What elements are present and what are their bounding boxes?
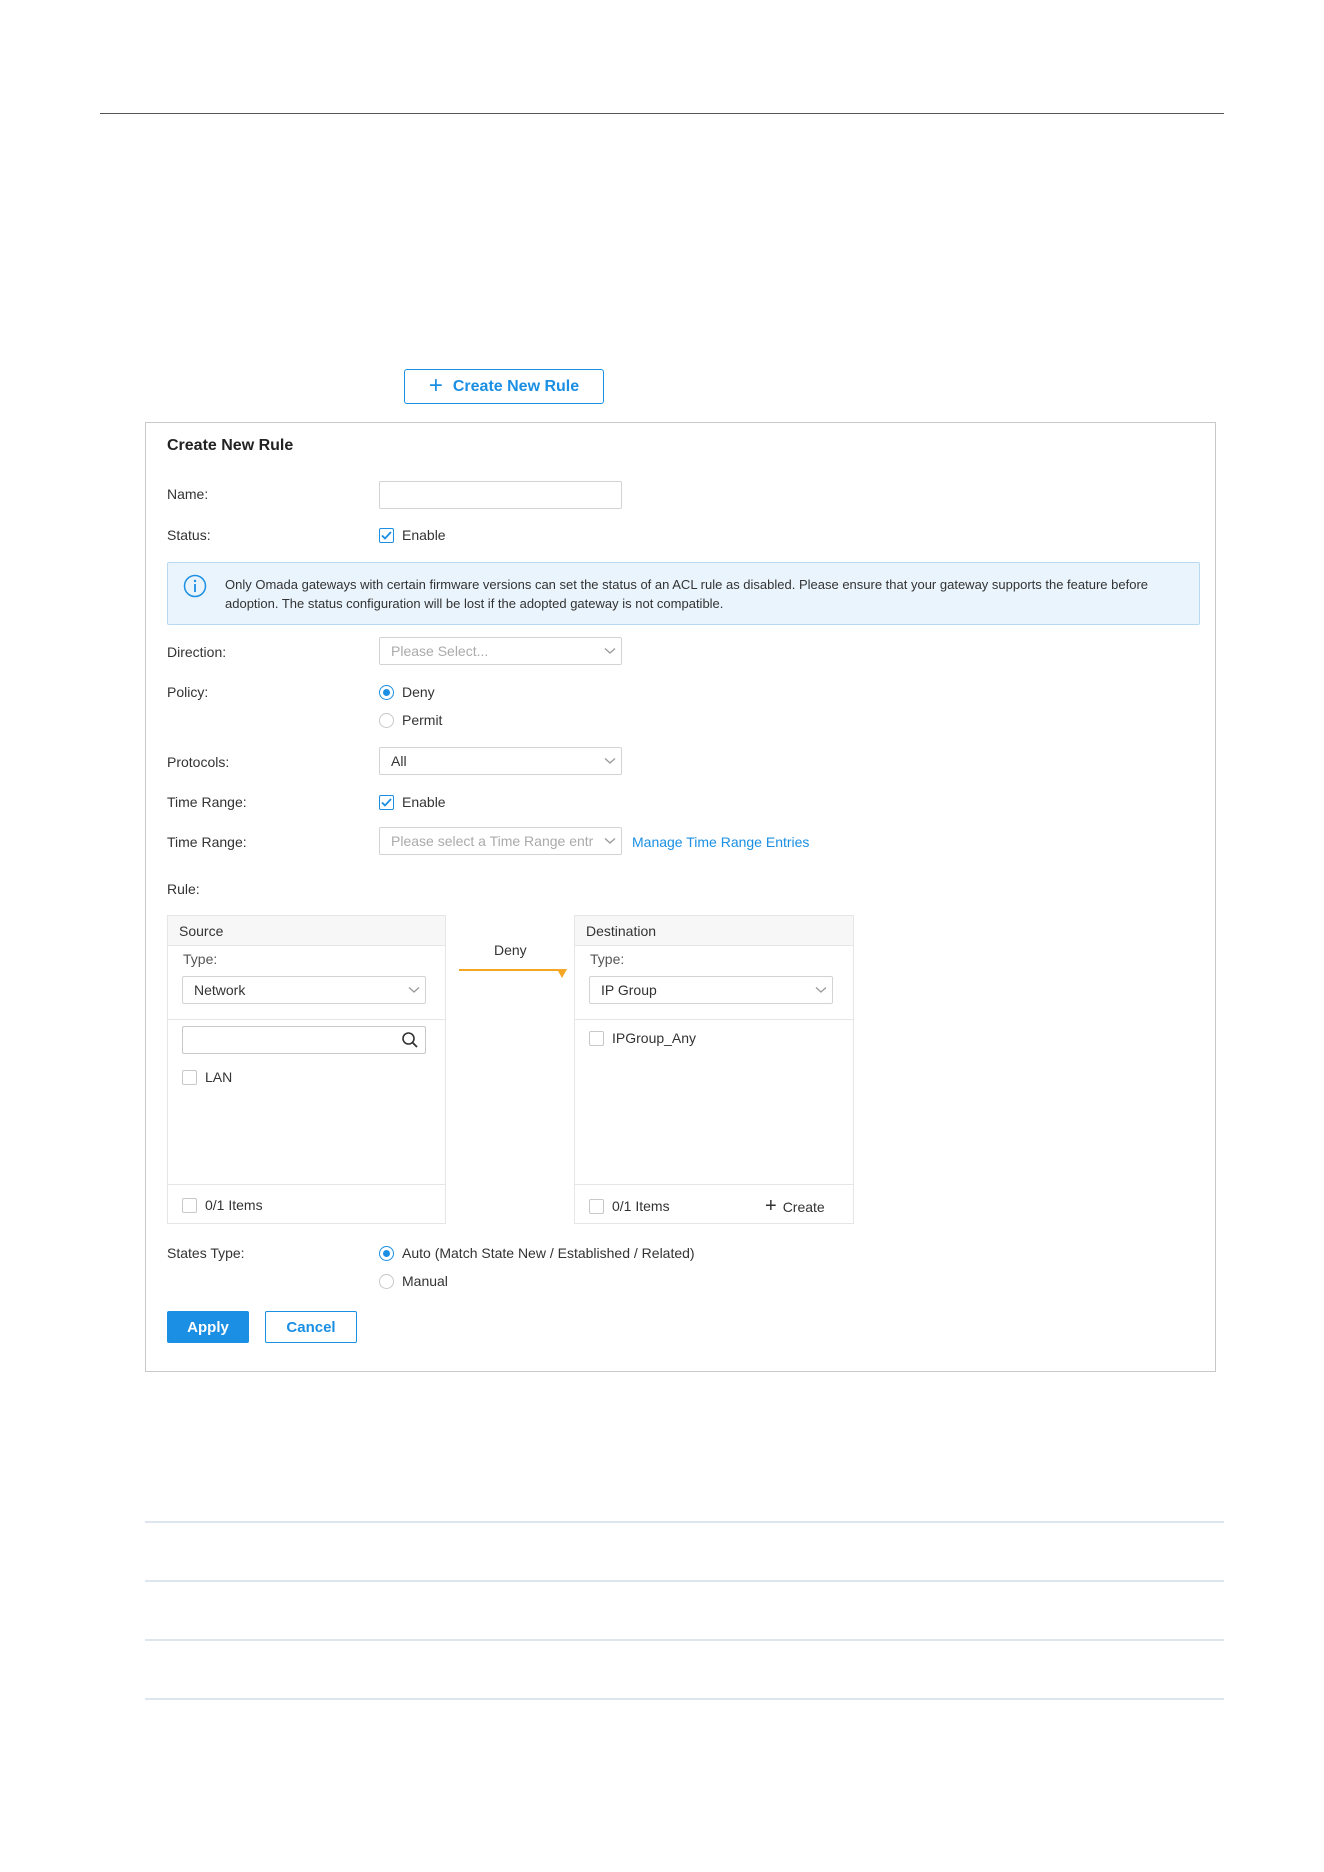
table-divider: [145, 1521, 1224, 1523]
states-auto-radio[interactable]: Auto (Match State New / Established / Re…: [379, 1245, 695, 1261]
plus-icon: +: [765, 1195, 777, 1217]
checkbox-checked-icon: [379, 794, 394, 810]
radio-selected-icon: [379, 1245, 394, 1261]
table-divider: [145, 1580, 1224, 1582]
chevron-down-icon: [599, 638, 621, 664]
destination-create-label: Create: [782, 1199, 825, 1215]
apply-button[interactable]: Apply: [167, 1311, 249, 1343]
source-type-select[interactable]: Network: [182, 976, 426, 1004]
cancel-button[interactable]: Cancel: [265, 1311, 357, 1343]
name-label: Name:: [167, 486, 209, 502]
destination-select-all[interactable]: 0/1 Items: [589, 1198, 670, 1214]
chevron-down-icon: [403, 977, 425, 1003]
destination-panel: Destination Type: IP Group IPGroup_Any 0…: [574, 915, 854, 1224]
source-type-label: Type:: [183, 951, 218, 967]
time-range-placeholder: Please select a Time Range entr: [391, 833, 594, 849]
time-range-enable-text: Enable: [402, 794, 446, 810]
destination-type-value: IP Group: [601, 982, 657, 998]
policy-permit-label: Permit: [402, 712, 443, 728]
notice-text: Only Omada gateways with certain firmwar…: [225, 577, 1149, 611]
policy-deny-radio[interactable]: Deny: [379, 684, 435, 700]
flow-arrow-line: [459, 969, 563, 971]
destination-title: Destination: [575, 916, 853, 946]
source-footer-count: 0/1 Items: [205, 1197, 263, 1213]
policy-deny-label: Deny: [402, 684, 435, 700]
table-divider: [145, 1639, 1224, 1641]
compatibility-notice: Only Omada gateways with certain firmwar…: [167, 562, 1200, 625]
divider: [575, 1019, 853, 1020]
time-range-select[interactable]: Please select a Time Range entr: [379, 827, 622, 855]
divider: [575, 1184, 853, 1185]
destination-footer-count: 0/1 Items: [612, 1198, 670, 1214]
checkbox-icon: [182, 1069, 197, 1085]
states-manual-label: Manual: [402, 1273, 448, 1289]
chevron-down-icon: [599, 748, 621, 774]
protocols-select[interactable]: All: [379, 747, 622, 775]
plus-icon: +: [428, 371, 443, 399]
time-range-enable-label: Time Range:: [167, 794, 247, 810]
divider: [168, 1019, 445, 1020]
protocols-value: All: [391, 753, 407, 769]
create-new-rule-button[interactable]: + Create New Rule: [404, 369, 604, 404]
source-title: Source: [168, 916, 445, 946]
direction-select[interactable]: Please Select...: [379, 637, 622, 665]
manage-time-range-link[interactable]: Manage Time Range Entries: [632, 834, 809, 850]
chevron-down-icon: [810, 977, 832, 1003]
radio-selected-icon: [379, 684, 394, 700]
checkbox-icon: [589, 1198, 604, 1214]
rule-label: Rule:: [167, 881, 200, 897]
source-search-input[interactable]: [182, 1026, 426, 1054]
direction-label: Direction:: [167, 644, 227, 660]
destination-type-select[interactable]: IP Group: [589, 976, 833, 1004]
table-divider: [145, 1698, 1224, 1700]
states-auto-label: Auto (Match State New / Established / Re…: [402, 1245, 695, 1261]
destination-type-label: Type:: [590, 951, 625, 967]
status-label: Status:: [167, 527, 211, 543]
protocols-label: Protocols:: [167, 754, 230, 770]
rule-action-label: Deny: [494, 942, 527, 958]
states-manual-radio[interactable]: Manual: [379, 1273, 448, 1289]
states-type-label: States Type:: [167, 1245, 245, 1261]
arrow-down-icon: [557, 969, 567, 978]
source-panel: Source Type: Network LAN 0/1 Items: [167, 915, 446, 1224]
time-range-enable-checkbox[interactable]: Enable: [379, 794, 446, 810]
source-item-lan[interactable]: LAN: [182, 1069, 232, 1085]
divider: [168, 1184, 445, 1185]
name-input[interactable]: [379, 481, 622, 509]
source-select-all[interactable]: 0/1 Items: [182, 1197, 263, 1213]
checkbox-icon: [182, 1197, 197, 1213]
policy-permit-radio[interactable]: Permit: [379, 712, 442, 728]
page-header-rule: [100, 113, 1224, 114]
create-new-rule-label: Create New Rule: [452, 377, 580, 395]
destination-item-label: IPGroup_Any: [612, 1030, 697, 1046]
search-icon[interactable]: [401, 1031, 419, 1049]
destination-item-ipgroup-any[interactable]: IPGroup_Any: [589, 1030, 696, 1046]
checkbox-icon: [589, 1030, 604, 1046]
radio-unselected-icon: [379, 1273, 394, 1289]
destination-create-button[interactable]: + Create: [765, 1195, 825, 1217]
radio-unselected-icon: [379, 712, 394, 728]
status-enable-label: Enable: [402, 527, 446, 543]
create-rule-panel: Create New Rule Name: Status: Enable Onl…: [145, 422, 1216, 1372]
status-enable-checkbox[interactable]: Enable: [379, 527, 446, 543]
checkbox-checked-icon: [379, 527, 394, 543]
info-icon: [183, 574, 207, 598]
policy-label: Policy:: [167, 684, 209, 700]
source-type-value: Network: [194, 982, 246, 998]
time-range-label: Time Range:: [167, 834, 247, 850]
source-item-label: LAN: [205, 1069, 233, 1085]
direction-placeholder: Please Select...: [391, 643, 489, 659]
panel-title: Create New Rule: [167, 437, 294, 454]
chevron-down-icon: [599, 828, 621, 854]
